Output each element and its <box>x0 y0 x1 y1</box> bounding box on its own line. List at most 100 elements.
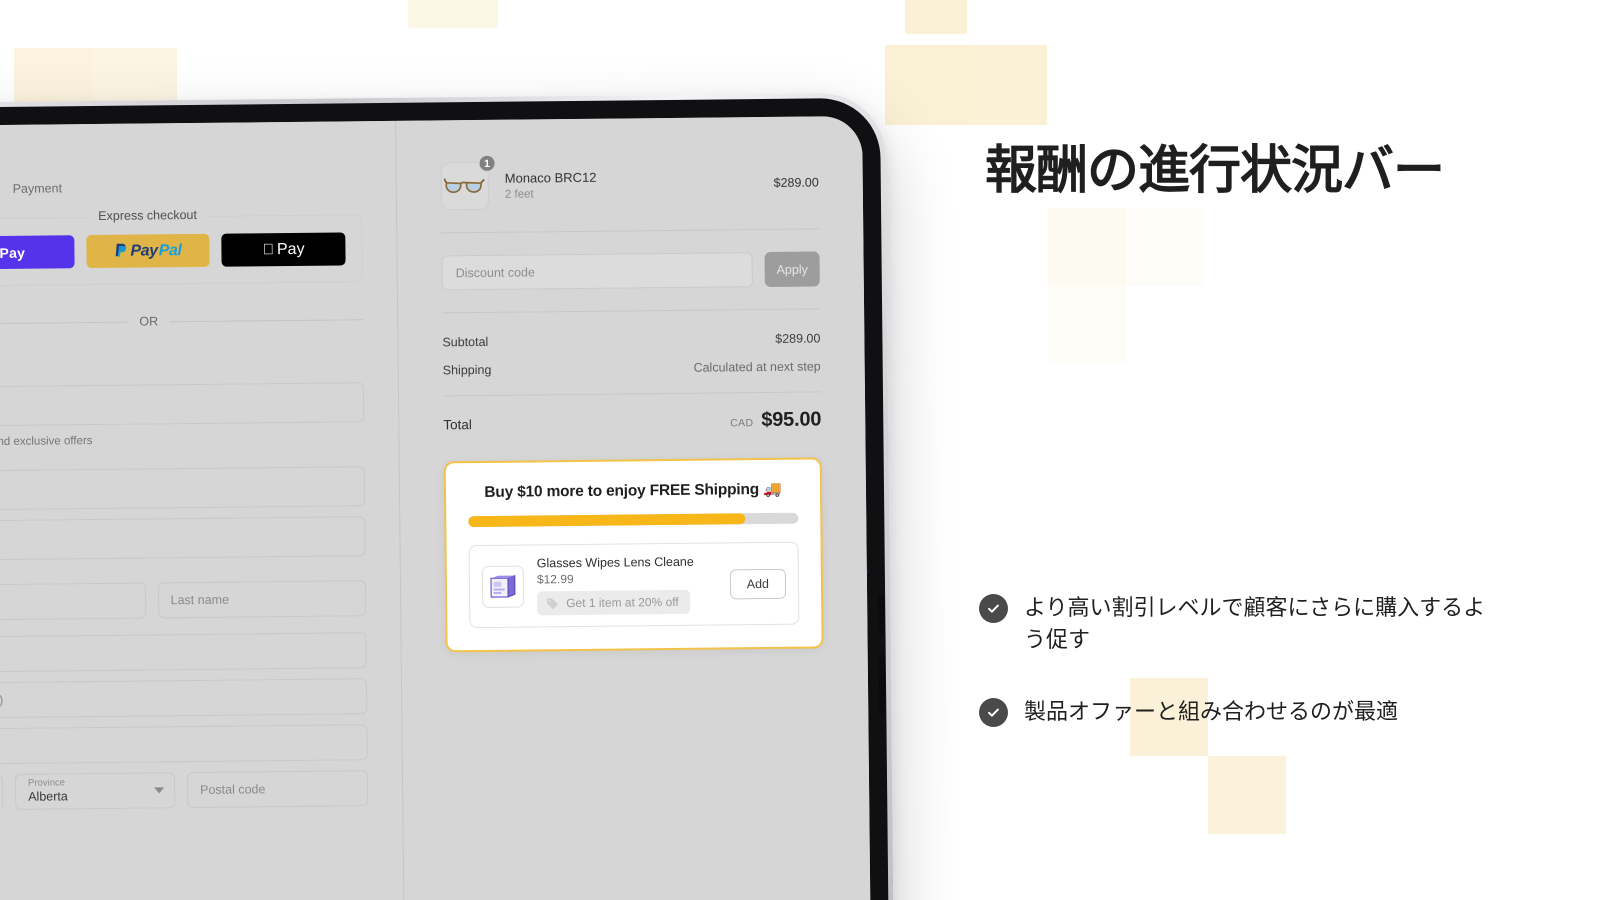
country-select[interactable] <box>0 774 4 811</box>
apple-pay-label: Pay <box>271 240 305 258</box>
check-circle-icon <box>979 594 1008 623</box>
order-summary-column: 1 Monaco BRC12 2 feet $289.00 Discount c… <box>396 116 872 900</box>
add-offer-button[interactable]: Add <box>729 568 787 599</box>
breadcrumb: Shipping ❯ Payment <box>0 178 362 196</box>
discount-section: Discount code Apply <box>441 251 820 291</box>
subtotal-value: $289.00 <box>775 331 821 346</box>
province-value: Alberta <box>28 789 68 805</box>
subtotal-row: Subtotal $289.00 <box>442 331 820 349</box>
currency-code: CAD <box>730 417 754 430</box>
apple-icon:  <box>263 241 274 258</box>
power-button[interactable] <box>878 653 886 714</box>
checkout-form-column: e Shipping ❯ Payment Express checkout Pa… <box>0 121 405 900</box>
paypal-label-pay: Pay <box>130 241 158 260</box>
express-checkout-label: Express checkout <box>88 207 207 224</box>
upsell-offer-card: Glasses Wipes Lens Cleane $12.99 Get 1 i… <box>468 541 800 629</box>
total-amount: $95.00 <box>761 408 822 432</box>
postal-code-field[interactable]: Postal code <box>186 770 369 809</box>
last-name-field[interactable]: Last name <box>157 580 367 619</box>
express-checkout-section: Express checkout Pay Pay Pal Pay <box>0 207 363 287</box>
chevron-down-icon <box>154 787 165 794</box>
bullet-text: より高い割引レベルで顧客にさらに購入するよう促す <box>1024 595 1486 652</box>
paypal-button[interactable]: Pay Pal <box>85 233 210 269</box>
or-divider: OR <box>0 312 364 330</box>
offer-price: $12.99 <box>536 572 574 587</box>
country-field[interactable] <box>0 466 366 511</box>
line-item-price: $289.00 <box>773 175 819 190</box>
page-title: 報酬の進行状況バー <box>985 142 1445 200</box>
eyeglasses-product-image <box>443 178 485 194</box>
shop-pay-button[interactable]: Pay <box>0 235 75 270</box>
line-item: 1 Monaco BRC12 2 feet $289.00 <box>440 152 819 211</box>
discount-code-input[interactable]: Discount code <box>441 252 753 291</box>
feature-bullet-list: より高い割引レベルで顧客にさらに購入するよう促す 製品オファーと組み合わせるのが… <box>979 592 1499 768</box>
promo-title: Buy $10 more to enjoy FREE Shipping 🚚 <box>468 480 798 502</box>
apply-discount-button[interactable]: Apply <box>764 251 820 288</box>
rewards-progress-card: Buy $10 more to enjoy FREE Shipping 🚚 Gl… <box>443 457 824 653</box>
breadcrumb-item-payment[interactable]: Payment <box>13 181 62 196</box>
accent-square <box>92 48 177 106</box>
divider-line-left <box>0 321 128 325</box>
tag-icon <box>547 598 558 609</box>
quantity-badge: 1 <box>477 153 497 174</box>
line-item-details: Monaco BRC12 2 feet <box>505 170 597 201</box>
checkout-page: e Shipping ❯ Payment Express checkout Pa… <box>0 115 872 900</box>
province-select-content: Province Alberta <box>27 777 68 805</box>
wipes-box-icon <box>481 565 525 608</box>
offer-badge-text: Get 1 item at 20% off <box>566 594 679 611</box>
region-row: Province Alberta Postal code <box>0 770 369 820</box>
line-item-thumbnail-wrap: 1 <box>440 153 497 211</box>
tablet-device: e Shipping ❯ Payment Express checkout Pa… <box>0 92 896 900</box>
express-payment-buttons: Pay Pay Pal Pay <box>0 232 346 270</box>
shop-name: e <box>0 143 362 164</box>
divider <box>441 228 820 234</box>
offer-discount-badge: Get 1 item at 20% off <box>537 589 690 616</box>
divider <box>442 308 821 314</box>
offer-details: Glasses Wipes Lens Cleane $12.99 Get 1 i… <box>537 555 717 616</box>
province-select[interactable]: Province Alberta <box>14 772 176 810</box>
progress-bar-track <box>468 512 799 528</box>
first-name-field[interactable] <box>0 582 146 621</box>
city-field[interactable] <box>0 724 368 765</box>
newsletter-hint: e on news and exclusive offers <box>0 435 93 449</box>
chevron-right-icon: ❯ <box>0 182 2 195</box>
line-item-name: Monaco BRC12 <box>504 169 597 186</box>
total-row: Total CAD $95.00 <box>443 408 821 435</box>
total-amount-group: CAD $95.00 <box>730 408 821 432</box>
accent-square <box>885 45 967 125</box>
name-row: Last name <box>0 580 367 630</box>
bullet-text: 製品オファーと組み合わせるのが最適 <box>1024 698 1399 724</box>
paypal-label-pal: Pal <box>158 241 182 259</box>
paypal-p-icon <box>115 243 127 257</box>
divider <box>442 391 821 397</box>
apartment-field[interactable]: (optional) <box>0 678 368 719</box>
subtotal-label: Subtotal <box>442 334 489 350</box>
address-field[interactable] <box>0 632 367 673</box>
or-label: OR <box>139 314 159 329</box>
apple-pay-button[interactable]:  Pay <box>221 232 346 267</box>
paypal-logo: Pay Pal <box>114 241 182 261</box>
total-label: Total <box>443 417 472 433</box>
list-item: より高い割引レベルで顧客にさらに購入するよう促す <box>979 592 1499 656</box>
address-line-field[interactable] <box>0 516 366 561</box>
province-label: Province <box>27 777 66 790</box>
shipping-value: Calculated at next step <box>693 359 821 375</box>
accent-square <box>408 0 498 28</box>
line-item-variant: 2 feet <box>504 188 534 201</box>
divider-line-right <box>170 318 364 322</box>
truck-icon: 🚚 <box>763 480 782 499</box>
list-item: 製品オファーと組み合わせるのが最適 <box>979 696 1499 728</box>
volume-button[interactable] <box>878 595 885 636</box>
check-circle-icon <box>979 697 1008 727</box>
shipping-row: Shipping Calculated at next step <box>443 359 821 377</box>
progress-bar-fill <box>468 513 746 528</box>
promo-title-text: Buy $10 more to enjoy FREE Shipping <box>484 481 760 501</box>
offer-name: Glasses Wipes Lens Cleane <box>536 554 694 571</box>
shop-pay-label: Pay <box>0 244 26 261</box>
email-field[interactable] <box>0 382 365 427</box>
shipping-label: Shipping <box>442 362 492 378</box>
device-screen: e Shipping ❯ Payment Express checkout Pa… <box>0 115 872 900</box>
accent-square <box>14 48 92 106</box>
accent-square <box>905 0 967 34</box>
contact-section-title: on <box>0 352 364 374</box>
